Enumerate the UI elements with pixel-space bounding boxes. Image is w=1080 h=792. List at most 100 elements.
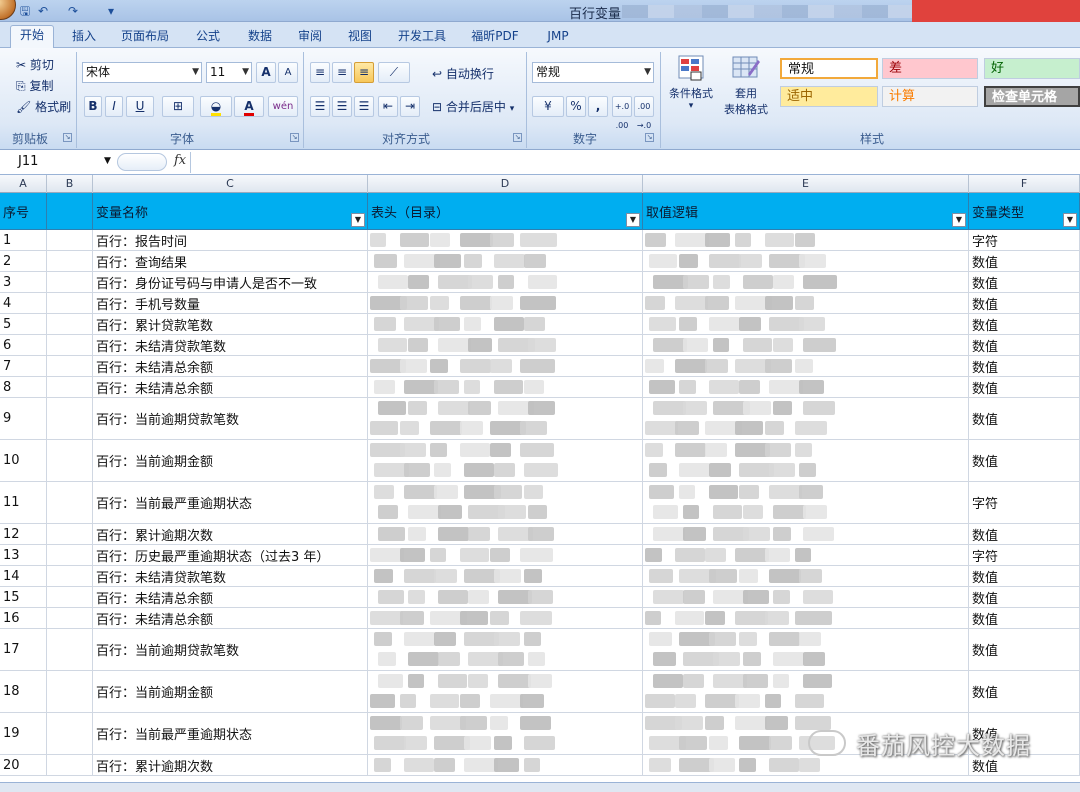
phonetic-button[interactable]: wén xyxy=(268,96,298,117)
row-number-cell[interactable]: 5 xyxy=(0,314,47,334)
variable-name-cell[interactable]: 百行：当前逾期金额 xyxy=(93,440,368,481)
row-number-cell[interactable]: 6 xyxy=(0,335,47,355)
tab-8[interactable]: 福昕PDF xyxy=(462,27,528,48)
number-format-select[interactable]: 常规 ▼ xyxy=(532,62,654,83)
variable-type-cell[interactable]: 字符 xyxy=(969,545,1080,565)
copy-button[interactable]: ⎘ 复制 xyxy=(16,77,53,94)
cell-b[interactable] xyxy=(47,587,93,607)
italic-button[interactable]: I xyxy=(105,96,123,117)
number-dialog-launcher[interactable]: ↘ xyxy=(645,133,654,142)
align-right-button[interactable]: ☰ xyxy=(354,96,374,117)
tab-4[interactable]: 数据 xyxy=(238,27,282,48)
variable-name-cell[interactable]: 百行：未结清总余额 xyxy=(93,377,368,397)
value-logic-cell[interactable] xyxy=(643,440,969,481)
header-directory-cell[interactable] xyxy=(368,314,643,334)
variable-name-cell[interactable]: 百行：累计逾期次数 xyxy=(93,755,368,775)
row-number-cell[interactable]: 19 xyxy=(0,713,47,754)
header-directory-cell[interactable] xyxy=(368,566,643,586)
column-header-f[interactable]: F xyxy=(969,175,1080,193)
header-directory-cell[interactable] xyxy=(368,377,643,397)
cell-b[interactable] xyxy=(47,713,93,754)
cell-b[interactable] xyxy=(47,356,93,376)
value-logic-cell[interactable] xyxy=(643,272,969,292)
variable-name-cell[interactable]: 百行：当前最严重逾期状态 xyxy=(93,482,368,523)
header-directory-cell[interactable] xyxy=(368,713,643,754)
align-center-button[interactable]: ☰ xyxy=(332,96,352,117)
clipboard-dialog-launcher[interactable]: ↘ xyxy=(63,133,72,142)
title-bar-controls[interactable] xyxy=(912,0,1080,22)
row-number-cell[interactable]: 2 xyxy=(0,251,47,271)
name-box[interactable]: J11 ▼ xyxy=(0,153,112,172)
filter-dropdown-icon[interactable]: ▼ xyxy=(952,213,966,227)
font-color-button[interactable]: A xyxy=(234,96,264,117)
variable-name-cell[interactable]: 百行：当前最严重逾期状态 xyxy=(93,713,368,754)
tab-6[interactable]: 视图 xyxy=(338,27,382,48)
variable-type-cell[interactable]: 数值 xyxy=(969,671,1080,712)
formula-input[interactable] xyxy=(190,152,1080,173)
value-logic-cell[interactable] xyxy=(643,608,969,628)
value-logic-cell[interactable] xyxy=(643,293,969,313)
value-logic-cell[interactable] xyxy=(643,251,969,271)
variable-type-cell[interactable]: 字符 xyxy=(969,482,1080,523)
variable-type-cell[interactable]: 数值 xyxy=(969,314,1080,334)
value-logic-cell[interactable] xyxy=(643,566,969,586)
filter-dropdown-icon[interactable]: ▼ xyxy=(1063,213,1077,227)
cell-b[interactable] xyxy=(47,251,93,271)
merge-center-button[interactable]: ⊟ 合并后居中 ▾ xyxy=(432,98,514,115)
variable-name-cell[interactable]: 百行：未结清贷款笔数 xyxy=(93,566,368,586)
variable-name-cell[interactable]: 百行：查询结果 xyxy=(93,251,368,271)
wrap-text-button[interactable]: ↩ 自动换行 xyxy=(432,65,494,82)
variable-type-cell[interactable]: 数值 xyxy=(969,377,1080,397)
comma-button[interactable]: , xyxy=(588,96,608,117)
variable-type-cell[interactable]: 数值 xyxy=(969,629,1080,670)
cell-style-3[interactable]: 适中 xyxy=(780,86,878,107)
header-directory-cell[interactable] xyxy=(368,251,643,271)
value-logic-cell[interactable] xyxy=(643,335,969,355)
cell-b[interactable] xyxy=(47,629,93,670)
variable-type-cell[interactable]: 数值 xyxy=(969,608,1080,628)
format-painter-button[interactable]: 🖌 格式刷 xyxy=(16,98,71,115)
column-header-b[interactable]: B xyxy=(47,175,93,193)
align-middle-button[interactable]: ≡ xyxy=(332,62,352,83)
variable-type-cell[interactable]: 数值 xyxy=(969,335,1080,355)
tab-1[interactable]: 插入 xyxy=(62,27,106,48)
variable-type-cell[interactable]: 数值 xyxy=(969,356,1080,376)
variable-name-cell[interactable]: 百行：未结清总余额 xyxy=(93,608,368,628)
variable-name-cell[interactable]: 百行：手机号数量 xyxy=(93,293,368,313)
value-logic-cell[interactable] xyxy=(643,398,969,439)
header-directory-cell[interactable] xyxy=(368,272,643,292)
value-logic-cell[interactable] xyxy=(643,230,969,250)
cell-style-2[interactable]: 好 xyxy=(984,58,1080,79)
column-header-e[interactable]: E xyxy=(643,175,969,193)
variable-name-cell[interactable]: 百行：未结清总余额 xyxy=(93,587,368,607)
header-directory-cell[interactable] xyxy=(368,335,643,355)
variable-type-cell[interactable]: 数值 xyxy=(969,566,1080,586)
cell-b[interactable] xyxy=(47,566,93,586)
variable-name-cell[interactable]: 百行：当前逾期贷款笔数 xyxy=(93,629,368,670)
row-number-cell[interactable]: 8 xyxy=(0,377,47,397)
row-number-cell[interactable]: 4 xyxy=(0,293,47,313)
cell-b[interactable] xyxy=(47,335,93,355)
header-cell-f[interactable]: 变量类型 ▼ xyxy=(969,193,1080,229)
percent-button[interactable]: % xyxy=(566,96,586,117)
formula-bar-expand-pill[interactable] xyxy=(117,153,167,171)
cell-style-1[interactable]: 差 xyxy=(882,58,978,79)
row-number-cell[interactable]: 1 xyxy=(0,230,47,250)
column-header-d[interactable]: D xyxy=(368,175,643,193)
value-logic-cell[interactable] xyxy=(643,377,969,397)
cut-button[interactable]: ✂ 剪切 xyxy=(16,56,54,73)
variable-type-cell[interactable]: 字符 xyxy=(969,230,1080,250)
cell-b[interactable] xyxy=(47,671,93,712)
insert-function-icon[interactable]: fx xyxy=(174,153,186,168)
cell-b[interactable] xyxy=(47,230,93,250)
shrink-font-button[interactable]: A xyxy=(278,62,298,83)
variable-type-cell[interactable]: 数值 xyxy=(969,293,1080,313)
font-name-select[interactable]: 宋体 ▼ xyxy=(82,62,202,83)
variable-type-cell[interactable]: 数值 xyxy=(969,524,1080,544)
row-number-cell[interactable]: 9 xyxy=(0,398,47,439)
bold-button[interactable]: B xyxy=(84,96,102,117)
filter-dropdown-icon[interactable]: ▼ xyxy=(626,213,640,227)
header-cell-a[interactable]: 序号 xyxy=(0,193,47,229)
variable-type-cell[interactable]: 数值 xyxy=(969,251,1080,271)
value-logic-cell[interactable] xyxy=(643,629,969,670)
